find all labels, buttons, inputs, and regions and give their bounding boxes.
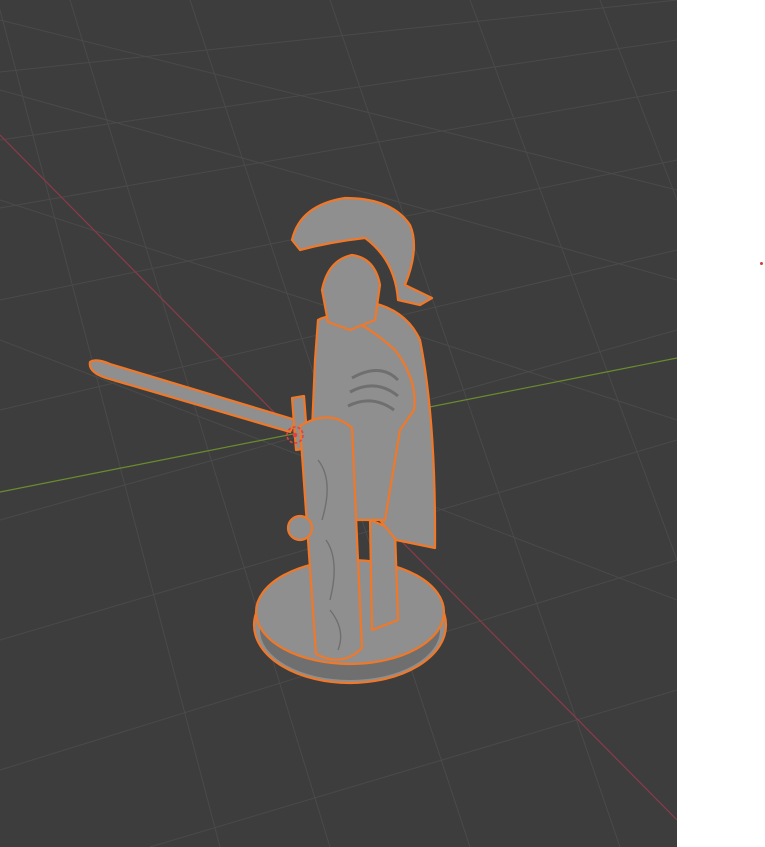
side-panel (677, 0, 765, 847)
3d-viewport[interactable] (0, 0, 677, 847)
indicator-dot (760, 262, 763, 265)
statue-shield-boss (286, 514, 314, 542)
viewport-canvas[interactable] (0, 0, 677, 847)
